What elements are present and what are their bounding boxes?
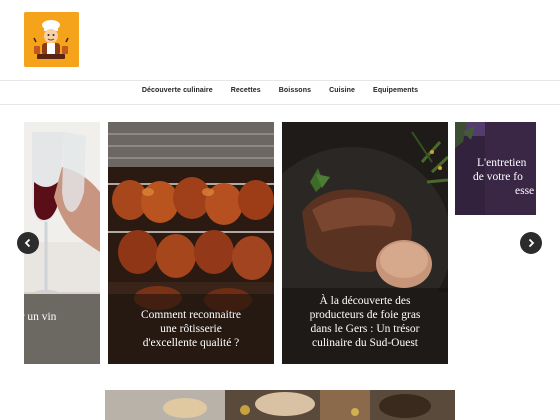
card-caption-overlay: À la découverte des producteurs de foie …	[282, 288, 448, 364]
card-caption-overlay: oisir un vin n ?	[24, 294, 100, 364]
card-title-line: une rôtisserie	[160, 323, 222, 335]
featured-article-image[interactable]	[105, 390, 455, 420]
dining-table-photo	[105, 390, 455, 420]
card-title: À la découverte des producteurs de foie …	[288, 294, 442, 350]
nav-item-equipements[interactable]: Equipements	[364, 87, 427, 94]
card-title-line: de votre fo	[473, 171, 523, 183]
nav-item-cuisine[interactable]: Cuisine	[320, 87, 364, 94]
article-carousel: oisir un vin n ?	[0, 122, 560, 364]
card-caption-overlay: Comment reconnaitre une rôtisserie d'exc…	[108, 294, 274, 364]
carousel-next-button[interactable]	[520, 232, 542, 254]
card-title: L'entretien de votre fo esse	[473, 156, 536, 198]
card-title-line: producteurs de foie gras	[309, 309, 421, 321]
carousel-card-foie-gras[interactable]: À la découverte des producteurs de foie …	[282, 122, 448, 364]
card-title-line: oisir un vin	[24, 311, 57, 323]
card-title-line: culinaire du Sud-Ouest	[311, 337, 419, 349]
site-logo[interactable]	[24, 12, 79, 67]
card-title-line: d'excellente qualité ?	[142, 337, 240, 349]
card-title-line: L'entretien	[477, 157, 527, 169]
chevron-right-icon	[528, 238, 535, 248]
nav-item-decouverte-culinaire[interactable]: Découverte culinaire	[133, 87, 222, 94]
card-title-line: À la découverte des	[319, 295, 411, 307]
chef-mascot-icon	[24, 12, 79, 67]
nav-item-recettes[interactable]: Recettes	[222, 87, 270, 94]
chevron-left-icon	[24, 238, 31, 248]
main-nav: Découverte culinaire Recettes Boissons C…	[0, 87, 560, 94]
card-title-line: esse	[515, 185, 535, 197]
card-title-line: Comment reconnaitre	[141, 309, 241, 321]
header-divider-top	[0, 80, 560, 81]
carousel-prev-button[interactable]	[17, 232, 39, 254]
card-title: Comment reconnaitre une rôtisserie d'exc…	[114, 308, 268, 350]
card-title-line: dans le Gers : Un trésor	[310, 323, 420, 335]
carousel-card-rotisserie[interactable]: Comment reconnaitre une rôtisserie d'exc…	[108, 122, 274, 364]
card-title: oisir un vin n ?	[24, 310, 94, 338]
nav-item-boissons[interactable]: Boissons	[270, 87, 320, 94]
carousel-card-entretien[interactable]: L'entretien de votre fo esse	[455, 122, 536, 215]
card-caption-overlay: L'entretien de votre fo esse	[455, 122, 536, 215]
header-divider-bottom	[0, 104, 560, 105]
